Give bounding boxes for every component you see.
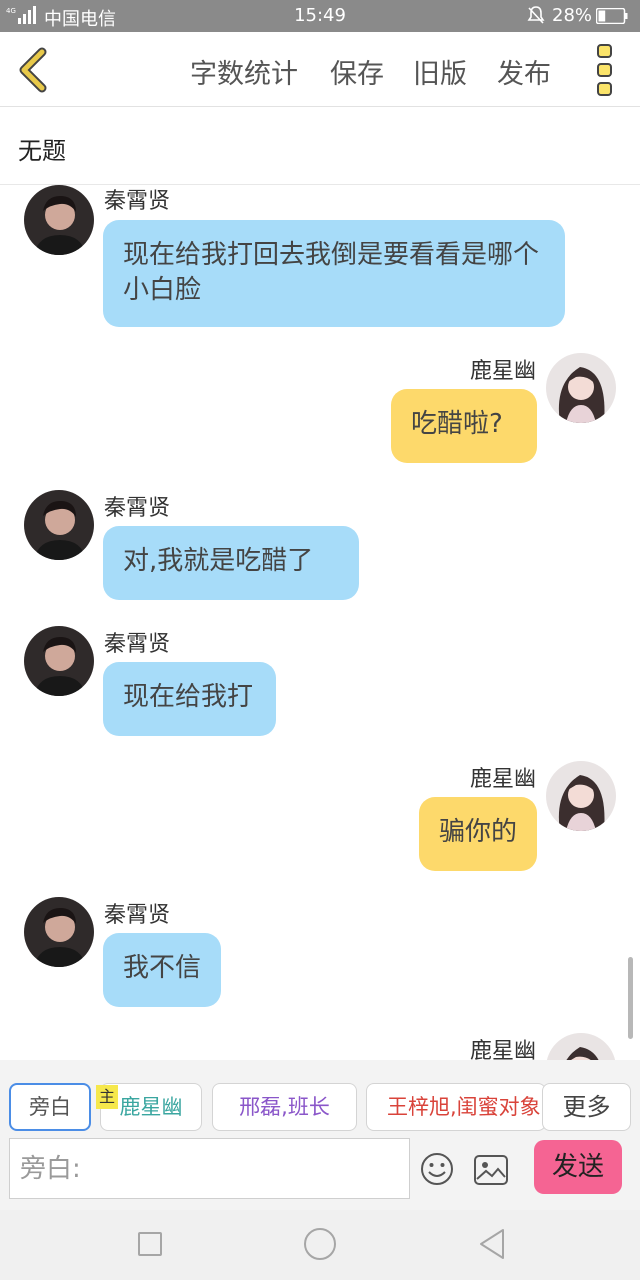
chip-label: 旁白 — [29, 1095, 71, 1119]
home-icon[interactable] — [304, 1228, 336, 1260]
avatar[interactable] — [546, 1033, 616, 1060]
avatar[interactable] — [546, 761, 616, 831]
document-title: 无题 — [18, 137, 66, 165]
character-chip[interactable]: 王梓旭,闺蜜对象 — [366, 1083, 546, 1131]
save-button[interactable]: 保存 — [330, 52, 384, 91]
old-version-button[interactable]: 旧版 — [413, 52, 467, 91]
battery-icon — [596, 8, 628, 24]
more-label: 更多 — [562, 1093, 611, 1121]
character-chip[interactable]: 邢磊,班长 — [212, 1083, 357, 1131]
battery-percent: 28% — [552, 5, 593, 26]
vertical-dots-icon[interactable] — [596, 44, 614, 96]
main-character-badge: 主 — [96, 1085, 118, 1109]
sender-name: 鹿星幽 — [469, 767, 536, 792]
composer-panel: 旁白 鹿星幽 主 邢磊,班长 王梓旭,闺蜜对象 更多 发送 — [0, 1060, 640, 1210]
message-bubble[interactable]: 现在给我打回去我倒是要看看是哪个小白脸 — [103, 220, 565, 327]
publish-button[interactable]: 发布 — [497, 52, 551, 91]
chat-area[interactable]: 秦霄贤 现在给我打回去我倒是要看看是哪个小白脸 鹿星幽 吃醋啦? 秦霄贤 对,我… — [0, 185, 640, 1060]
document-title-row[interactable]: 无题 — [0, 107, 640, 185]
message-bubble[interactable]: 吃醋啦? — [391, 389, 537, 463]
message-bubble[interactable]: 现在给我打 — [103, 662, 276, 736]
message-bubble[interactable]: 对,我就是吃醋了 — [103, 526, 359, 600]
sender-name: 秦霄贤 — [104, 189, 171, 214]
avatar[interactable] — [546, 353, 616, 423]
editor-toolbar: 字数统计 保存 旧版 发布 — [0, 32, 640, 107]
avatar[interactable] — [24, 490, 94, 560]
message-bubble[interactable]: 我不信 — [103, 933, 221, 1007]
sender-name: 秦霄贤 — [104, 632, 171, 657]
back-icon[interactable] — [478, 1228, 506, 1260]
status-bar: 4G 中国电信 15:49 28% — [0, 0, 640, 32]
scrollbar[interactable] — [628, 957, 633, 1039]
more-characters-button[interactable]: 更多 — [542, 1083, 631, 1131]
chip-label: 邢磊,班长 — [239, 1095, 330, 1119]
avatar[interactable] — [24, 897, 94, 967]
recent-apps-icon[interactable] — [138, 1232, 162, 1256]
send-button[interactable]: 发送 — [534, 1140, 622, 1194]
sender-name: 鹿星幽 — [469, 1039, 536, 1060]
message-bubble[interactable]: 骗你的 — [419, 797, 537, 871]
avatar[interactable] — [24, 626, 94, 696]
word-count-button[interactable]: 字数统计 — [190, 52, 298, 91]
image-icon[interactable] — [474, 1155, 508, 1185]
character-chip-narrator[interactable]: 旁白 — [9, 1083, 91, 1131]
sender-name: 秦霄贤 — [104, 903, 171, 928]
chip-label: 鹿星幽 — [119, 1095, 183, 1119]
chip-label: 王梓旭,闺蜜对象 — [387, 1095, 541, 1119]
message-input[interactable] — [10, 1139, 409, 1198]
smiley-icon[interactable] — [420, 1152, 454, 1186]
message-input-box[interactable] — [9, 1138, 410, 1199]
bell-muted-icon — [527, 6, 545, 24]
sender-name: 鹿星幽 — [469, 359, 536, 384]
sender-name: 秦霄贤 — [104, 496, 171, 521]
chevron-left-icon[interactable] — [14, 46, 54, 94]
system-nav-bar — [0, 1210, 640, 1280]
avatar[interactable] — [24, 185, 94, 255]
